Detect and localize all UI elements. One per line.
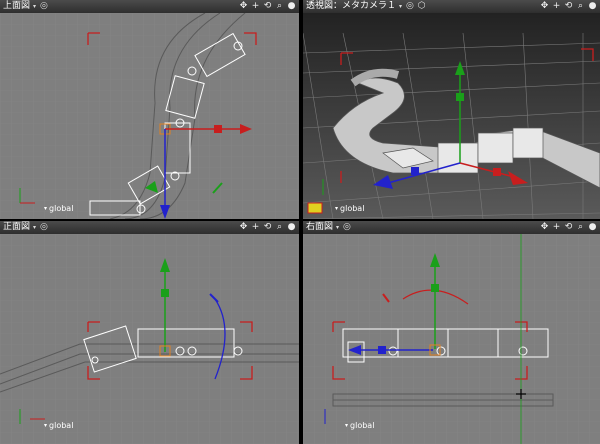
rotate-icon[interactable]: ⟲: [262, 221, 273, 234]
coordinate-label-text: global: [340, 204, 365, 213]
viewport-perspective[interactable]: 透視図：メタカメラ１ ▾ ◎ ⬡ ✥ + ⟲ ⌕ ● ▾ global: [303, 0, 600, 219]
viewport-title: 右面図: [306, 222, 334, 232]
viewport-title: 正面図: [3, 222, 31, 232]
viewport-title: 上面図: [3, 1, 31, 11]
viewport-title: 透視図：メタカメラ１: [306, 1, 397, 11]
move-icon[interactable]: ✥: [539, 0, 550, 13]
viewport-header: 透視図：メタカメラ１ ▾ ◎ ⬡ ✥ + ⟲ ⌕ ●: [303, 0, 600, 13]
viewport-header: 正面図 ▾ ◎ ✥ + ⟲ ⌕ ●: [0, 221, 299, 234]
view-tools: ✥ + ⟲ ⌕ ●: [539, 0, 598, 13]
sphere-icon[interactable]: ●: [286, 221, 297, 234]
dropdown-icon[interactable]: ▾: [44, 205, 47, 212]
viewport-header: 上面図 ▾ ◎ ✥ + ⟲ ⌕ ●: [0, 0, 299, 13]
cube-icon[interactable]: ⬡: [418, 0, 426, 13]
coordinate-label-text: global: [49, 204, 74, 213]
dropdown-icon[interactable]: ▾: [33, 221, 36, 234]
viewport-canvas[interactable]: [303, 234, 600, 444]
target-icon[interactable]: ◎: [343, 221, 351, 234]
zoom-icon[interactable]: ⌕: [575, 221, 586, 234]
rotate-icon[interactable]: ⟲: [262, 0, 273, 13]
dropdown-icon[interactable]: ▾: [399, 0, 402, 13]
dropdown-icon[interactable]: ▾: [33, 0, 36, 13]
move-icon[interactable]: ✥: [238, 0, 249, 13]
viewport-canvas[interactable]: [303, 13, 600, 219]
coordinate-label[interactable]: ▾ global: [44, 421, 73, 430]
dropdown-icon[interactable]: ▾: [336, 221, 339, 234]
zoom-in-icon[interactable]: +: [551, 0, 562, 13]
sphere-icon[interactable]: ●: [587, 221, 598, 234]
view-tools: ✥ + ⟲ ⌕ ●: [238, 221, 297, 234]
zoom-in-icon[interactable]: +: [551, 221, 562, 234]
target-icon[interactable]: ◎: [406, 0, 414, 13]
zoom-icon[interactable]: ⌕: [274, 221, 285, 234]
dropdown-icon[interactable]: ▾: [345, 422, 348, 429]
zoom-in-icon[interactable]: +: [250, 0, 261, 13]
rotate-icon[interactable]: ⟲: [563, 221, 574, 234]
horizontal-divider[interactable]: [0, 219, 600, 221]
dropdown-icon[interactable]: ▾: [44, 422, 47, 429]
view-tools: ✥ + ⟲ ⌕ ●: [238, 0, 297, 13]
sphere-icon[interactable]: ●: [587, 0, 598, 13]
viewport-canvas[interactable]: [0, 13, 299, 219]
coordinate-label-text: global: [49, 421, 74, 430]
zoom-icon[interactable]: ⌕: [274, 0, 285, 13]
target-icon[interactable]: ◎: [40, 221, 48, 234]
zoom-in-icon[interactable]: +: [250, 221, 261, 234]
coordinate-label[interactable]: ▾ global: [345, 421, 374, 430]
target-icon[interactable]: ◎: [40, 0, 48, 13]
viewport-front[interactable]: 正面図 ▾ ◎ ✥ + ⟲ ⌕ ● ▾ global: [0, 221, 299, 444]
viewport-right[interactable]: 右面図 ▾ ◎ ✥ + ⟲ ⌕ ● ▾ global: [303, 221, 600, 444]
move-icon[interactable]: ✥: [238, 221, 249, 234]
dropdown-icon[interactable]: ▾: [335, 205, 338, 212]
viewport-canvas[interactable]: [0, 234, 299, 444]
coordinate-label[interactable]: ▾ global: [44, 204, 73, 213]
coordinate-label-text: global: [350, 421, 375, 430]
viewport-top[interactable]: 上面図 ▾ ◎ ✥ + ⟲ ⌕ ● ▾ global: [0, 0, 299, 219]
vertical-divider[interactable]: [299, 0, 303, 444]
sphere-icon[interactable]: ●: [286, 0, 297, 13]
move-icon[interactable]: ✥: [539, 221, 550, 234]
view-tools: ✥ + ⟲ ⌕ ●: [539, 221, 598, 234]
zoom-icon[interactable]: ⌕: [575, 0, 586, 13]
coordinate-label[interactable]: ▾ global: [335, 204, 364, 213]
rotate-icon[interactable]: ⟲: [563, 0, 574, 13]
viewport-header: 右面図 ▾ ◎ ✥ + ⟲ ⌕ ●: [303, 221, 600, 234]
